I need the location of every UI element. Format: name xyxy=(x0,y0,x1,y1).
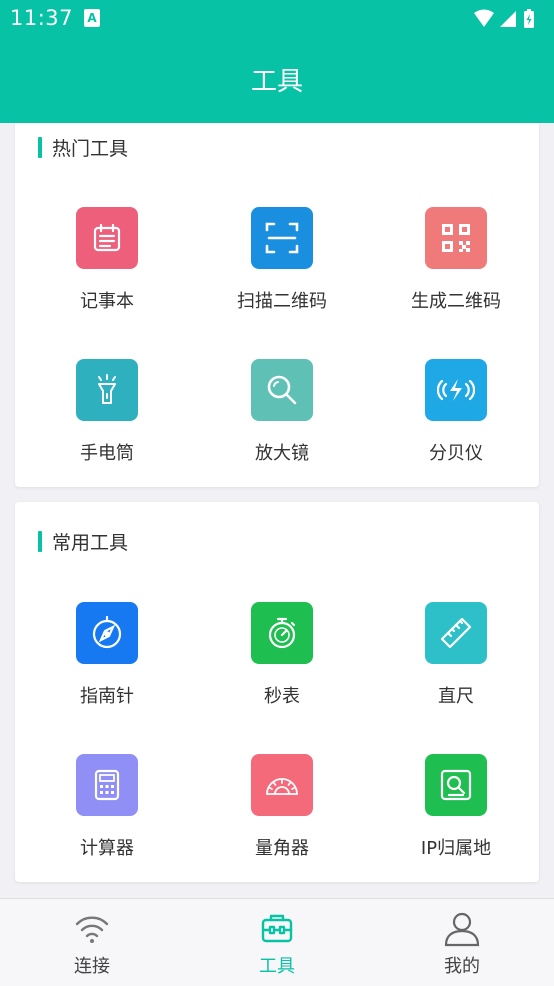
tool-protractor[interactable]: 量角器 xyxy=(195,754,369,874)
section-title: 常用工具 xyxy=(52,532,129,554)
status-time: 11:37 xyxy=(10,6,74,30)
toolbox-icon xyxy=(257,911,297,947)
tool-label: 分贝仪 xyxy=(429,443,483,464)
tab-label: 我的 xyxy=(444,956,480,977)
ruler-icon xyxy=(425,602,487,664)
stopwatch-icon xyxy=(251,602,313,664)
hot-tools-card: 热门工具 记事本 扫描二维码 生成二维码 手电筒 放大镜 分贝仪 xyxy=(15,123,539,487)
cellular-signal-icon xyxy=(500,11,516,27)
bottom-tab-bar: 连接 工具 我的 xyxy=(0,898,554,986)
ip-lookup-icon xyxy=(425,754,487,816)
tab-label: 连接 xyxy=(74,956,110,977)
flashlight-icon xyxy=(76,359,138,421)
wifi-icon xyxy=(72,911,112,947)
tool-label: 放大镜 xyxy=(255,443,309,464)
tool-scan-qr[interactable]: 扫描二维码 xyxy=(195,207,369,327)
wifi-signal-icon xyxy=(474,9,494,27)
tool-label: 计算器 xyxy=(80,838,134,859)
tool-label: 记事本 xyxy=(80,291,134,312)
tool-decibel[interactable]: 分贝仪 xyxy=(369,359,543,479)
tool-label: 生成二维码 xyxy=(411,291,501,312)
tool-notepad[interactable]: 记事本 xyxy=(20,207,194,327)
qr-code-icon xyxy=(425,207,487,269)
tool-label: IP归属地 xyxy=(420,838,492,859)
magnifier-icon xyxy=(251,359,313,421)
tool-compass[interactable]: 指南针 xyxy=(20,602,194,722)
tool-label: 直尺 xyxy=(438,686,474,707)
tool-label: 秒表 xyxy=(264,686,300,707)
decibel-meter-icon xyxy=(425,359,487,421)
tab-connect[interactable]: 连接 xyxy=(0,899,184,986)
battery-icon xyxy=(524,9,534,28)
common-tools-card: 常用工具 指南针 秒表 直尺 计算器 量角器 IP归属地 xyxy=(15,502,539,882)
section-accent-bar xyxy=(38,531,42,552)
tool-label: 扫描二维码 xyxy=(237,291,327,312)
section-title: 热门工具 xyxy=(52,138,129,160)
tool-ip-lookup[interactable]: IP归属地 xyxy=(369,754,543,874)
tab-label: 工具 xyxy=(259,956,295,977)
status-bar: 11:37 A xyxy=(0,0,554,38)
tab-tools[interactable]: 工具 xyxy=(185,899,369,986)
tab-profile[interactable]: 我的 xyxy=(370,899,554,986)
scan-qr-icon xyxy=(251,207,313,269)
section-accent-bar xyxy=(38,137,42,158)
profile-icon xyxy=(442,911,482,947)
status-icons xyxy=(472,8,542,34)
tool-magnifier[interactable]: 放大镜 xyxy=(195,359,369,479)
calculator-icon xyxy=(76,754,138,816)
tool-label: 量角器 xyxy=(255,838,309,859)
tool-stopwatch[interactable]: 秒表 xyxy=(195,602,369,722)
tool-generate-qr[interactable]: 生成二维码 xyxy=(369,207,543,327)
app-header: 工具 xyxy=(0,38,554,123)
protractor-icon xyxy=(251,754,313,816)
notification-icon: A xyxy=(84,9,100,27)
page-title: 工具 xyxy=(250,67,303,97)
tool-label: 手电筒 xyxy=(80,443,134,464)
compass-icon xyxy=(76,602,138,664)
notepad-icon xyxy=(76,207,138,269)
tool-calculator[interactable]: 计算器 xyxy=(20,754,194,874)
tool-flashlight[interactable]: 手电筒 xyxy=(20,359,194,479)
tool-label: 指南针 xyxy=(80,686,134,707)
tool-ruler[interactable]: 直尺 xyxy=(369,602,543,722)
